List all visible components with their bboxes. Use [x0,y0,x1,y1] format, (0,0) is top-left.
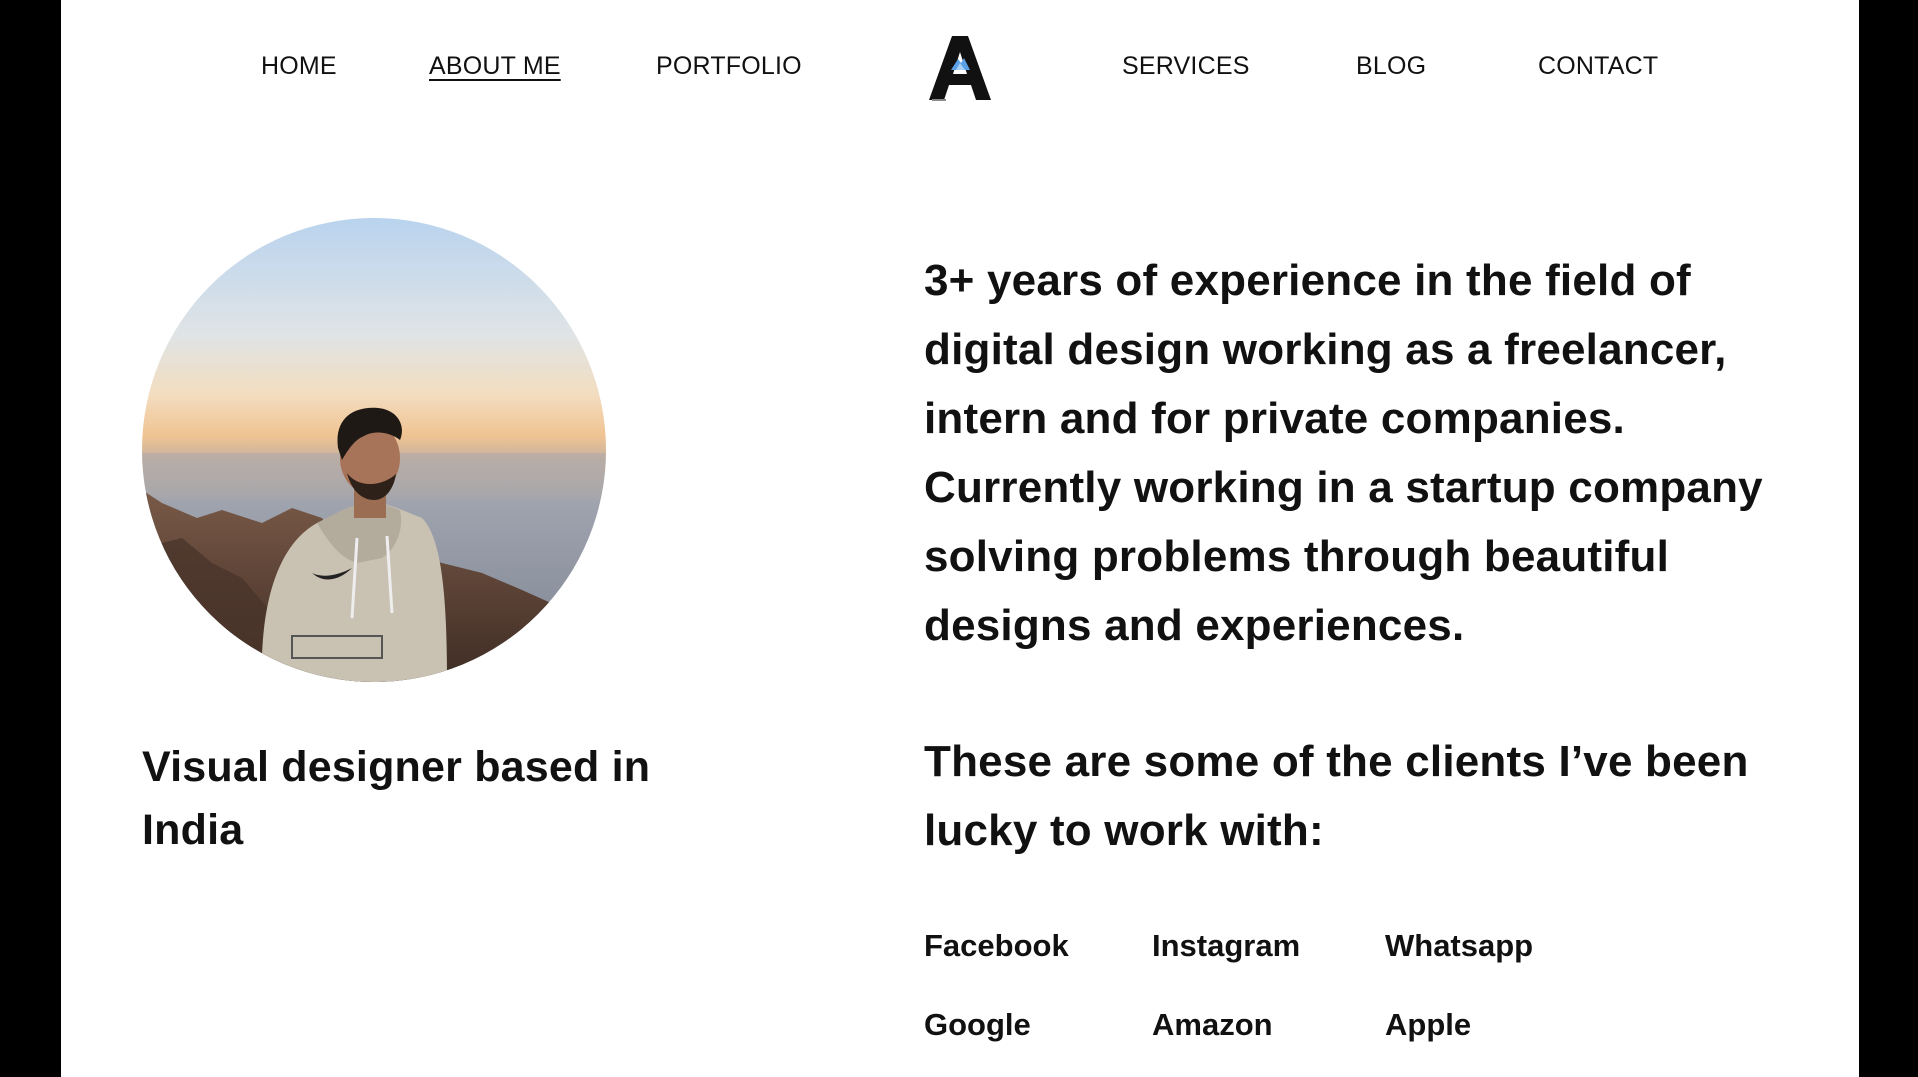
nav-about-link[interactable]: ABOUT ME [429,50,561,82]
client-item-whatsapp: Whatsapp [1385,928,1534,963]
client-item-google: Google [924,1007,1031,1042]
client-item-facebook: Facebook [924,928,1069,963]
bio-paragraph: 3+ years of experience in the field of d… [924,256,1763,650]
nav-blog-link[interactable]: BLOG [1356,50,1426,82]
logo-a-icon[interactable] [923,32,997,102]
profile-photo [142,218,606,682]
nav-portfolio-link[interactable]: PORTFOLIO [656,50,802,82]
client-item-apple: Apple [1385,1007,1472,1042]
client-item-instagram: Instagram [1152,928,1301,963]
clients-intro: These are some of the clients I’ve been … [924,737,1749,855]
nav-home-link[interactable]: HOME [261,50,337,82]
tagline: Visual designer based in India [142,743,651,854]
nav-services-link[interactable]: SERVICES [1122,50,1250,82]
page: HOME ABOUT ME PORTFOLIO SERVICES BLOG CO… [61,0,1859,1077]
nav-contact-link[interactable]: CONTACT [1538,50,1658,82]
client-item-amazon: Amazon [1152,1007,1273,1042]
